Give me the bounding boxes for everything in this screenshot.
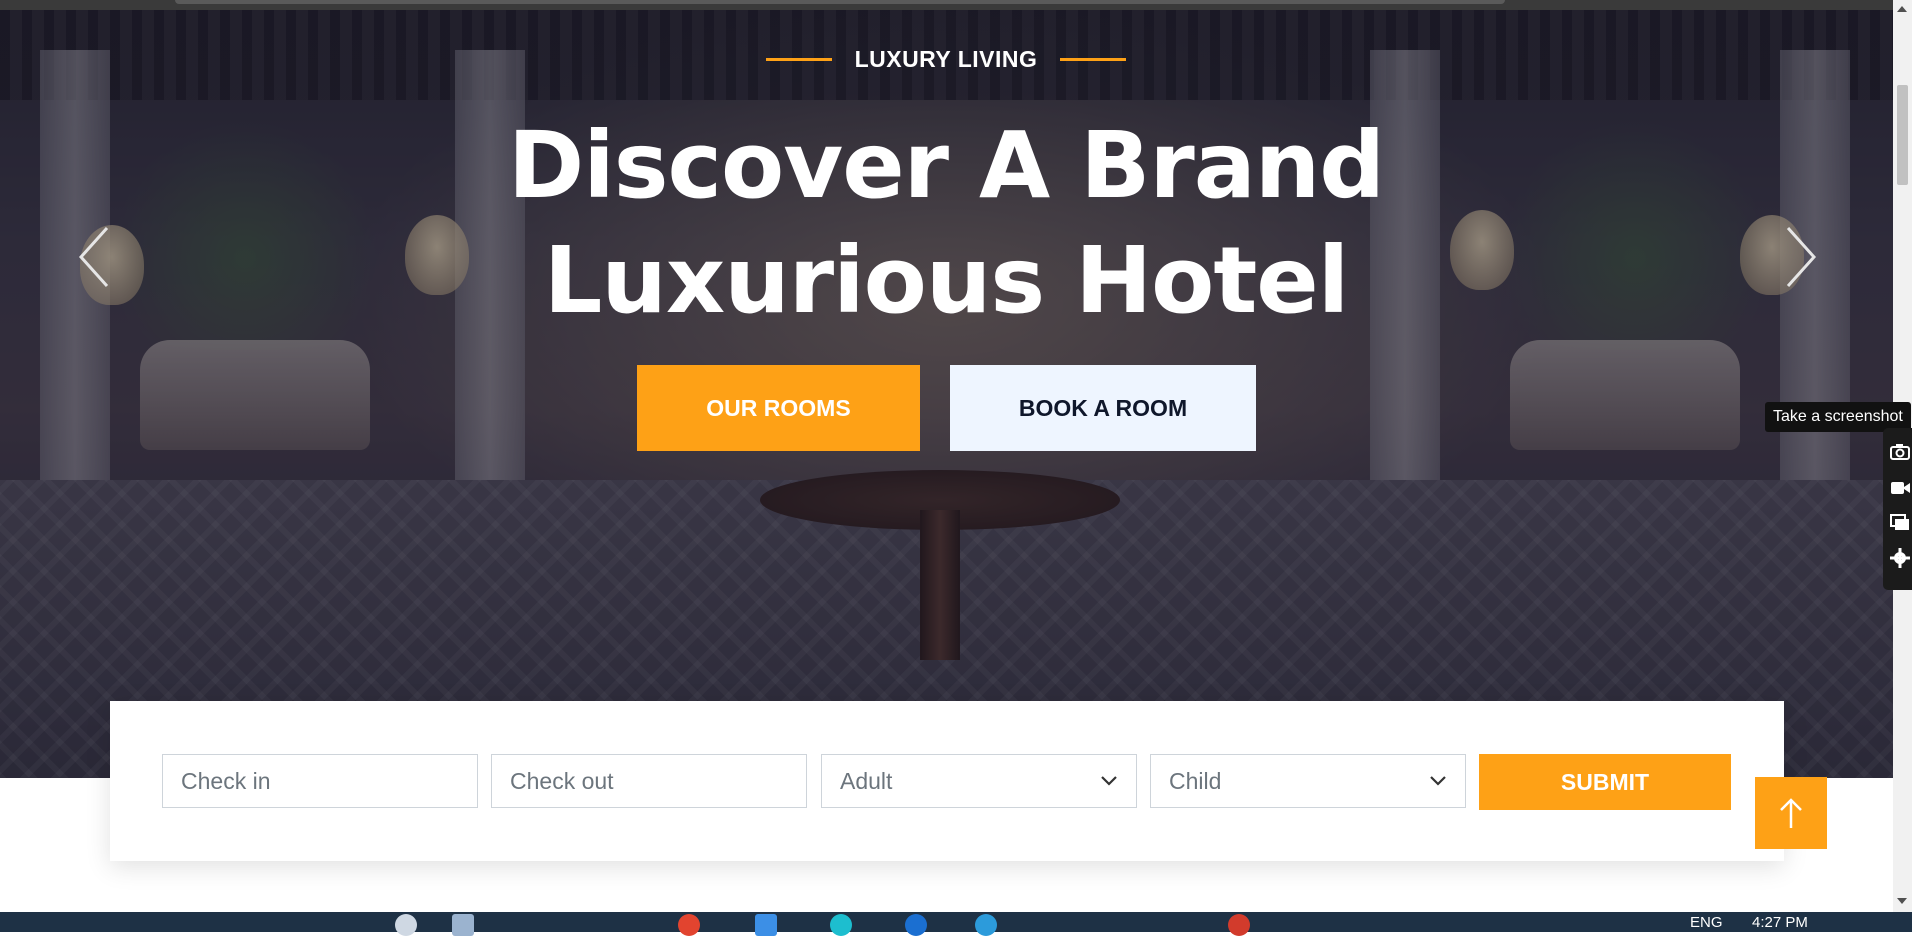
hero-headline-line-1: Discover A Brand <box>507 112 1385 219</box>
adult-select[interactable]: Adult <box>821 754 1137 808</box>
browser-top-strip <box>0 0 1893 10</box>
arrow-up-icon <box>1780 798 1802 828</box>
hero-headline-line-2: Luxurious Hotel <box>543 227 1349 334</box>
chevron-down-icon <box>1430 776 1446 786</box>
our-rooms-button[interactable]: OUR ROOMS <box>637 365 920 451</box>
chevron-left-icon <box>78 226 109 288</box>
carousel-prev-button[interactable] <box>75 222 115 292</box>
taskbar-app-icon[interactable] <box>395 914 417 936</box>
submit-button[interactable]: SUBMIT <box>1479 754 1731 810</box>
browser-toolbar-edge <box>175 0 1505 4</box>
scroll-down-arrow[interactable] <box>1897 898 1907 904</box>
child-select-value: Child <box>1169 767 1222 794</box>
subtitle-line-left <box>766 58 832 61</box>
taskbar-app-icon[interactable] <box>452 914 474 936</box>
screenshot-tool-panel <box>1883 428 1912 590</box>
camera-icon[interactable] <box>1889 442 1911 462</box>
chevron-down-icon <box>1101 776 1117 786</box>
gear-icon[interactable] <box>1889 548 1911 568</box>
clock[interactable]: 4:27 PM <box>1752 914 1808 931</box>
hero-headline: Discover A Brand Luxurious Hotel <box>430 108 1462 338</box>
carousel-next-button[interactable] <box>1780 222 1820 292</box>
scroll-thumb[interactable] <box>1897 85 1908 185</box>
check-in-field[interactable]: Check in <box>162 754 478 808</box>
chrome-icon[interactable] <box>678 914 700 936</box>
check-out-field[interactable]: Check out <box>491 754 807 808</box>
chevron-right-icon <box>1786 226 1817 288</box>
video-icon[interactable] <box>1889 478 1911 498</box>
booking-form: Check in Check out Adult Child SUBMIT <box>110 701 1784 861</box>
taskbar-app-icon[interactable] <box>975 914 997 936</box>
back-to-top-button[interactable] <box>1755 777 1827 849</box>
book-a-room-button[interactable]: BOOK A ROOM <box>950 365 1256 451</box>
language-indicator[interactable]: ENG <box>1690 914 1723 931</box>
windows-taskbar: ENG 4:27 PM <box>0 912 1912 936</box>
hero-carousel: LUXURY LIVING Discover A Brand Luxurious… <box>0 10 1893 778</box>
taskbar-app-icon[interactable] <box>905 914 927 936</box>
adult-select-value: Adult <box>840 767 893 794</box>
hero-subtitle: LUXURY LIVING <box>854 46 1038 72</box>
taskbar-app-icon[interactable] <box>830 914 852 936</box>
scroll-up-arrow[interactable] <box>1897 6 1907 12</box>
child-select[interactable]: Child <box>1150 754 1466 808</box>
taskbar-app-icon[interactable] <box>755 914 777 936</box>
subtitle-line-right <box>1060 58 1126 61</box>
window-icon[interactable] <box>1889 512 1911 532</box>
taskbar-app-icon[interactable] <box>1228 914 1250 936</box>
